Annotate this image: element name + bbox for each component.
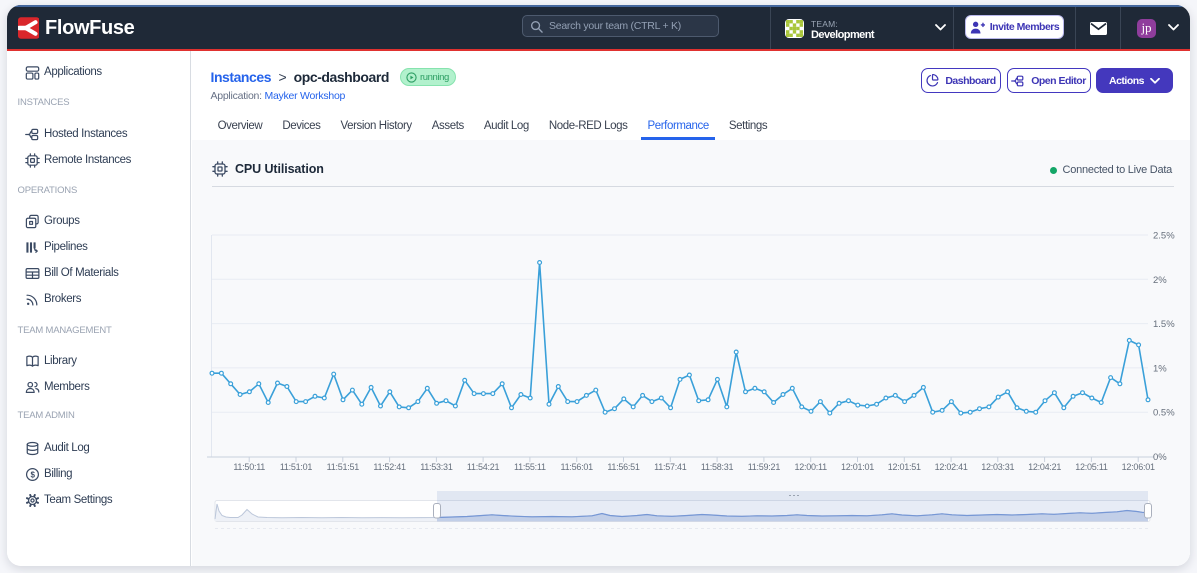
svg-text:0%: 0% <box>1153 452 1167 463</box>
svg-text:2%: 2% <box>1153 275 1167 286</box>
svg-text:12:00:11: 12:00:11 <box>795 462 828 472</box>
svg-text:11:53:31: 11:53:31 <box>420 462 453 472</box>
svg-text:12:02:41: 12:02:41 <box>935 462 968 472</box>
svg-text:11:51:01: 11:51:01 <box>280 462 313 472</box>
svg-text:11:59:21: 11:59:21 <box>748 462 781 472</box>
svg-text:11:56:51: 11:56:51 <box>607 462 640 472</box>
svg-text:1.5%: 1.5% <box>1153 319 1175 330</box>
svg-text:11:50:11: 11:50:11 <box>233 462 265 472</box>
svg-text:11:52:41: 11:52:41 <box>373 462 406 472</box>
svg-text:11:55:11: 11:55:11 <box>514 462 546 472</box>
svg-text:11:54:21: 11:54:21 <box>467 462 500 472</box>
svg-text:11:58:31: 11:58:31 <box>701 462 734 472</box>
svg-text:12:03:31: 12:03:31 <box>981 462 1014 472</box>
svg-text:2.5%: 2.5% <box>1153 231 1175 242</box>
svg-text:0.5%: 0.5% <box>1153 408 1175 419</box>
svg-text:11:51:51: 11:51:51 <box>327 462 360 472</box>
svg-text:12:06:01: 12:06:01 <box>1122 462 1155 472</box>
svg-text:12:01:01: 12:01:01 <box>841 462 874 472</box>
svg-text:12:04:21: 12:04:21 <box>1028 462 1061 472</box>
svg-text:12:01:51: 12:01:51 <box>888 462 921 472</box>
svg-text:11:56:01: 11:56:01 <box>561 462 594 472</box>
svg-text:12:05:11: 12:05:11 <box>1075 462 1108 472</box>
svg-text:$: $ <box>30 470 35 479</box>
svg-text:11:57:41: 11:57:41 <box>654 462 687 472</box>
svg-text:1%: 1% <box>1153 363 1167 374</box>
